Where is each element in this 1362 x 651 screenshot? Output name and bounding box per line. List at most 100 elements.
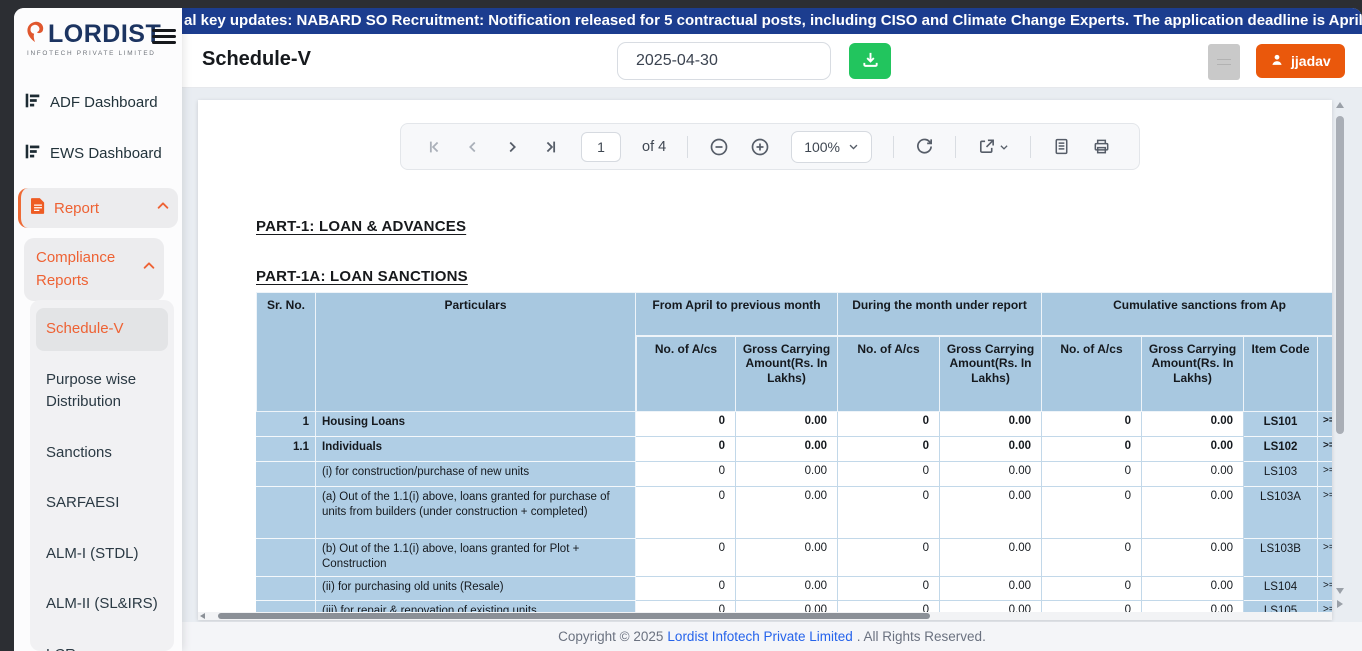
- table-header-cell: No. of A/cs: [838, 336, 940, 412]
- zoom-in-button[interactable]: [750, 137, 770, 157]
- table-row: (iii) for repair & renovation of existin…: [256, 601, 1332, 612]
- export-button[interactable]: [977, 137, 1009, 156]
- sidebar-item-label: EWS Dashboard: [50, 145, 162, 162]
- bar-chart-icon: [24, 143, 41, 164]
- table-row: (a) Out of the 1.1(i) above, loans grant…: [256, 487, 1332, 539]
- table-cell: (ii) for purchasing old units (Resale): [316, 577, 636, 601]
- report-date-input[interactable]: [617, 42, 831, 80]
- download-button[interactable]: [849, 43, 891, 79]
- table-header-cell: Gross Carrying Amount(Rs. In Lakhs): [1142, 336, 1244, 412]
- table-cell: 0.00: [940, 601, 1042, 612]
- table-cell: 0.00: [940, 412, 1042, 437]
- sidebar-item-lcr[interactable]: LCR: [36, 634, 168, 651]
- sidebar-item-adf-dashboard[interactable]: ADF Dashboard: [14, 80, 182, 125]
- table-cell: 0.00: [736, 487, 838, 539]
- sidebar-item-sanctions[interactable]: Sanctions: [36, 432, 168, 475]
- table-cell: >=: [1318, 539, 1332, 577]
- table-cell: >=: [1318, 577, 1332, 601]
- table-cell: 1.1: [256, 437, 316, 462]
- toolbar-divider: [687, 136, 688, 158]
- table-cell: 0.00: [940, 462, 1042, 487]
- scroll-right-arrow[interactable]: [1337, 600, 1343, 608]
- rotate-refresh-button[interactable]: [915, 137, 934, 156]
- table-cell: 0: [838, 437, 940, 462]
- table-cell: 0: [1042, 487, 1142, 539]
- scroll-down-arrow[interactable]: [1336, 588, 1344, 594]
- page-number-input[interactable]: [581, 132, 621, 162]
- toolbar-divider: [955, 136, 956, 158]
- hamburger-menu-icon[interactable]: [152, 26, 176, 46]
- table-cell: 0: [838, 412, 940, 437]
- table-cell: 0.00: [1142, 437, 1244, 462]
- table-cell: 0.00: [736, 462, 838, 487]
- table-cell: 0: [636, 601, 736, 612]
- file-icon: [31, 198, 45, 218]
- sidebar: LORDIST INFOTECH PRIVATE LIMITED ADF Das…: [14, 8, 182, 651]
- sidebar-item-label: ADF Dashboard: [50, 94, 158, 111]
- table-header-cell: Gross Carrying Amount(Rs. In Lakhs): [940, 336, 1042, 412]
- document-heading-part1: PART-1: LOAN & ADVANCES: [256, 218, 466, 235]
- page-title: Schedule-V: [202, 48, 311, 71]
- sidebar-item-alm-2[interactable]: ALM-II (SL&IRS): [36, 583, 168, 626]
- table-cell: 0.00: [940, 487, 1042, 539]
- user-menu-button[interactable]: jjadav: [1256, 44, 1345, 78]
- horizontal-scrollbar-thumb[interactable]: [218, 613, 930, 619]
- table-header-group: During the month under report: [838, 292, 1042, 336]
- vertical-scrollbar-thumb[interactable]: [1336, 116, 1344, 434]
- table-cell: LS105: [1244, 601, 1318, 612]
- table-cell: 0: [636, 437, 736, 462]
- table-row: 1 Housing Loans 0 0.00 0 0.00 0 0.00 LS1…: [256, 412, 1332, 437]
- table-cell: 0: [1042, 412, 1142, 437]
- table-cell: 1: [256, 412, 316, 437]
- sidebar-submenu: Schedule-V Purpose wise Distribution San…: [30, 300, 174, 651]
- table-cell: 0: [838, 462, 940, 487]
- table-cell: 0.00: [1142, 601, 1244, 612]
- table-cell: 0.00: [736, 577, 838, 601]
- table-cell: 0.00: [940, 577, 1042, 601]
- table-cell: 0.00: [940, 539, 1042, 577]
- sidebar-item-label: Compliance Reports: [36, 247, 136, 292]
- table-cell: >=: [1318, 462, 1332, 487]
- sidebar-item-schedule-v[interactable]: Schedule-V: [36, 308, 168, 351]
- print-button[interactable]: [1092, 137, 1111, 156]
- sidebar-item-compliance-reports[interactable]: Compliance Reports: [24, 238, 164, 301]
- zoom-level-dropdown[interactable]: 100%: [791, 131, 872, 163]
- table-cell: LS101: [1244, 412, 1318, 437]
- first-page-button[interactable]: [425, 138, 443, 156]
- table-cell: 0.00: [736, 437, 838, 462]
- horizontal-scrollbar: [198, 612, 1332, 620]
- table-cell: 0.00: [736, 412, 838, 437]
- table-row: (i) for construction/purchase of new uni…: [256, 462, 1332, 487]
- sidebar-item-purpose-wise-distribution[interactable]: Purpose wise Distribution: [36, 359, 168, 424]
- table-cell: 0: [636, 462, 736, 487]
- table-cell: >=: [1318, 437, 1332, 462]
- user-icon: [1270, 53, 1284, 70]
- next-page-button[interactable]: [503, 138, 521, 156]
- sidebar-item-label: Report: [54, 200, 147, 217]
- sidebar-item-ews-dashboard[interactable]: EWS Dashboard: [14, 131, 182, 176]
- table-cell: (b) Out of the 1.1(i) above, loans grant…: [316, 539, 636, 577]
- zoom-out-button[interactable]: [709, 137, 729, 157]
- pdf-viewer-panel: of 4 100%: [198, 100, 1332, 620]
- table-cell: [256, 462, 316, 487]
- sidebar-item-report[interactable]: Report: [18, 188, 178, 228]
- table-cell: 0: [838, 487, 940, 539]
- scroll-left-arrow[interactable]: [200, 613, 205, 619]
- sidebar-item-alm-1[interactable]: ALM-I (STDL): [36, 533, 168, 576]
- previous-page-button[interactable]: [464, 138, 482, 156]
- brand-logo-icon: [24, 21, 46, 48]
- footer-company-link[interactable]: Lordist Infotech Private Limited: [667, 629, 852, 644]
- table-header-cell: Particulars: [316, 292, 636, 412]
- app-window: LORDIST INFOTECH PRIVATE LIMITED ADF Das…: [14, 8, 1362, 651]
- document-view-button[interactable]: [1052, 137, 1071, 156]
- scroll-up-arrow[interactable]: [1336, 102, 1344, 108]
- table-cell: 0.00: [1142, 487, 1244, 539]
- top-bar: Schedule-V jjadav: [182, 34, 1362, 88]
- table-cell: 0: [636, 412, 736, 437]
- table-cell: [256, 539, 316, 577]
- rights-text: . All Rights Reserved.: [857, 629, 986, 644]
- sidebar-menu: ADF Dashboard EWS Dashboard Report Compl…: [14, 80, 182, 651]
- last-page-button[interactable]: [542, 138, 560, 156]
- sidebar-item-sarfaesi[interactable]: SARFAESI: [36, 482, 168, 525]
- table-cell: 0: [838, 577, 940, 601]
